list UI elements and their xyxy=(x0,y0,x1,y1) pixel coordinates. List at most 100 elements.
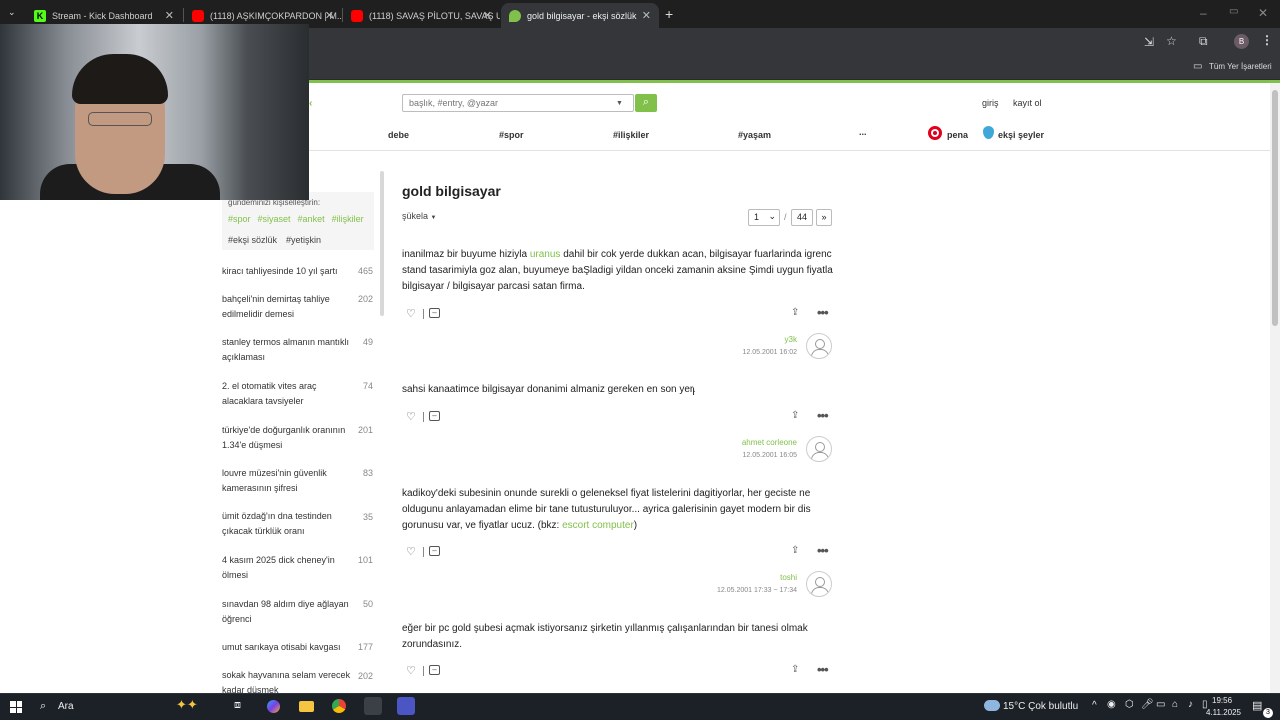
taskbar-search-label[interactable]: Ara xyxy=(58,701,74,712)
all-bookmarks-link[interactable]: Tüm Yer İşaretleri xyxy=(1209,62,1272,71)
menu-kebab-icon[interactable]: ⋮ xyxy=(1261,33,1273,47)
nav-more[interactable]: ... xyxy=(859,127,867,137)
close-icon[interactable]: ✕ xyxy=(325,9,334,22)
microphone-icon[interactable]: 🎤︎ xyxy=(1141,699,1154,710)
more-options-icon[interactable]: ••• xyxy=(817,305,829,320)
downvote-icon[interactable]: – xyxy=(429,411,440,421)
new-tab-icon[interactable]: + xyxy=(665,6,673,22)
tag-iliskiler[interactable]: #ilişkiler xyxy=(332,214,364,224)
tray-app-icon[interactable]: ◉ xyxy=(1107,699,1116,710)
site-logo-fragment[interactable]: ‹ xyxy=(309,98,312,109)
more-options-icon[interactable]: ••• xyxy=(817,408,829,423)
sidebar-topic[interactable]: louvre müzesi'nin güvenlik kamerasının ş… xyxy=(222,466,352,496)
notification-bell-icon[interactable]: ▤ xyxy=(1252,699,1262,712)
tab-search-chevron-icon[interactable]: ⌄ xyxy=(8,7,16,18)
search-dropdown-icon[interactable]: ▼ xyxy=(616,100,623,107)
entry-author[interactable]: ahmet corleone xyxy=(697,438,797,447)
more-options-icon[interactable]: ••• xyxy=(817,662,829,677)
sidebar-scrollbar[interactable] xyxy=(380,171,384,316)
profile-avatar[interactable]: B xyxy=(1234,34,1249,49)
nav-eksi-seyler[interactable]: ekşi şeyler xyxy=(998,130,1044,140)
minimize-icon[interactable]: – xyxy=(1200,6,1207,20)
close-icon[interactable]: ✕ xyxy=(642,9,651,22)
downvote-icon[interactable]: – xyxy=(429,308,440,318)
sidebar-topic[interactable]: stanley termos almanın mantıklı açıklama… xyxy=(222,335,352,365)
tag-anket[interactable]: #anket xyxy=(298,214,325,224)
favorite-heart-icon[interactable]: ♡ xyxy=(406,545,416,558)
discord-icon[interactable] xyxy=(397,697,415,715)
tab-eksi[interactable]: gold bilgisayar - ekşi sözlük ✕ xyxy=(501,3,659,28)
install-app-icon[interactable]: ⇲ xyxy=(1144,35,1154,49)
tray-app-icon[interactable]: ⬡ xyxy=(1125,699,1134,710)
author-avatar[interactable] xyxy=(806,571,832,597)
tag-yetiskin[interactable]: #yetişkin xyxy=(286,235,321,245)
close-icon[interactable]: ✕ xyxy=(483,9,492,22)
tab-youtube-2[interactable]: (1118) SAVAŞ PİLOTU, SAVAŞ U... ✕ xyxy=(343,3,500,28)
tag-eksi-sozluk[interactable]: #ekşi sözlük xyxy=(228,235,277,245)
entry-date[interactable]: 12.05.2001 17:33 ~ 17:34 xyxy=(657,587,797,594)
task-view-icon[interactable]: ⧈ xyxy=(234,699,241,712)
chrome-icon[interactable] xyxy=(332,699,346,713)
register-link[interactable]: kayıt ol xyxy=(1013,98,1042,108)
page-next-button[interactable]: » xyxy=(816,209,832,226)
author-avatar[interactable] xyxy=(806,333,832,359)
sort-dropdown[interactable]: şükela ▼ xyxy=(402,211,436,221)
downvote-icon[interactable]: – xyxy=(429,665,440,675)
bkz-link[interactable]: escort computer xyxy=(562,520,634,531)
windows-start-icon[interactable] xyxy=(10,701,22,713)
nav-spor[interactable]: #spor xyxy=(499,130,524,140)
tag-spor[interactable]: #spor xyxy=(228,214,251,224)
author-avatar[interactable] xyxy=(806,436,832,462)
entry-author[interactable]: y3k xyxy=(697,335,797,344)
more-options-icon[interactable]: ••• xyxy=(817,543,829,558)
entry-date[interactable]: 12.05.2001 16:05 xyxy=(697,452,798,459)
sidebar-topic[interactable]: 4 kasım 2025 dick cheney'in ölmesi xyxy=(222,553,352,583)
extensions-icon[interactable]: ⧉ xyxy=(1199,34,1208,49)
login-link[interactable]: giriş xyxy=(982,98,999,108)
clock-time[interactable]: 19:56 xyxy=(1212,696,1232,705)
weather-label[interactable]: 15°C Çok bulutlu xyxy=(1003,701,1078,712)
nav-debe[interactable]: debe xyxy=(388,130,409,140)
obs-icon[interactable] xyxy=(364,697,382,715)
file-explorer-icon[interactable] xyxy=(299,701,314,712)
sidebar-topic[interactable]: sınavdan 98 aldım diye ağlayan öğrenci xyxy=(222,597,352,627)
entry-author[interactable]: toshi xyxy=(697,573,797,582)
favorite-heart-icon[interactable]: ♡ xyxy=(406,664,416,677)
window-close-icon[interactable]: ✕ xyxy=(1258,6,1268,20)
search-icon[interactable]: ⌕ xyxy=(40,700,46,713)
volume-icon[interactable]: ♪ xyxy=(1188,699,1193,710)
copilot-icon[interactable] xyxy=(267,700,280,713)
share-icon[interactable]: ⇪ xyxy=(791,545,799,556)
network-icon[interactable]: ⌂ xyxy=(1172,699,1178,710)
bkz-link[interactable]: uranus xyxy=(530,249,561,260)
bookmark-star-icon[interactable]: ☆ xyxy=(1166,34,1177,48)
close-icon[interactable]: ✕ xyxy=(165,9,174,22)
clock-date[interactable]: 4.11.2025 xyxy=(1206,708,1241,717)
sidebar-topic[interactable]: ümit özdağ'ın dna testinden çıkacak türk… xyxy=(222,509,352,539)
search-button[interactable]: ⌕ xyxy=(635,94,657,112)
sidebar-topic[interactable]: kiracı tahliyesinde 10 yıl şartı xyxy=(222,264,352,279)
topic-title[interactable]: gold bilgisayar xyxy=(402,183,501,199)
sidebar-topic[interactable]: türkiye'de doğurganlık oranının 1.34'e d… xyxy=(222,423,352,453)
sidebar-topic[interactable]: 2. el otomatik vites araç alacaklara tav… xyxy=(222,379,352,409)
sidebar-topic[interactable]: sokak hayvanına selam verecek kadar düşm… xyxy=(222,668,352,693)
downvote-icon[interactable]: – xyxy=(429,546,440,556)
share-icon[interactable]: ⇪ xyxy=(791,664,799,675)
sidebar-topic[interactable]: umut sarıkaya otisabi kavgası xyxy=(222,640,352,655)
sidebar-topic[interactable]: bahçeli'nin demirtaş tahliye edilmelidir… xyxy=(222,292,352,322)
favorite-heart-icon[interactable]: ♡ xyxy=(406,307,416,320)
tag-siyaset[interactable]: #siyaset xyxy=(258,214,291,224)
nav-yasam[interactable]: #yaşam xyxy=(738,130,771,140)
share-icon[interactable]: ⇪ xyxy=(791,410,799,421)
share-icon[interactable]: ⇪ xyxy=(791,307,799,318)
maximize-icon[interactable]: ▭ xyxy=(1229,6,1238,17)
entry-date[interactable]: 12.05.2001 16:02 xyxy=(697,349,798,356)
display-icon[interactable]: ▭ xyxy=(1156,699,1165,710)
search-input[interactable] xyxy=(402,94,634,112)
nav-pena[interactable]: pena xyxy=(947,130,968,140)
page-last-button[interactable]: 44 xyxy=(791,209,813,226)
page-select[interactable]: 1 ⌄ xyxy=(748,209,780,226)
chevron-up-icon[interactable]: ^ xyxy=(1092,700,1097,711)
nav-iliskiler[interactable]: #ilişkiler xyxy=(613,130,649,140)
page-scrollbar-thumb[interactable] xyxy=(1272,90,1278,326)
